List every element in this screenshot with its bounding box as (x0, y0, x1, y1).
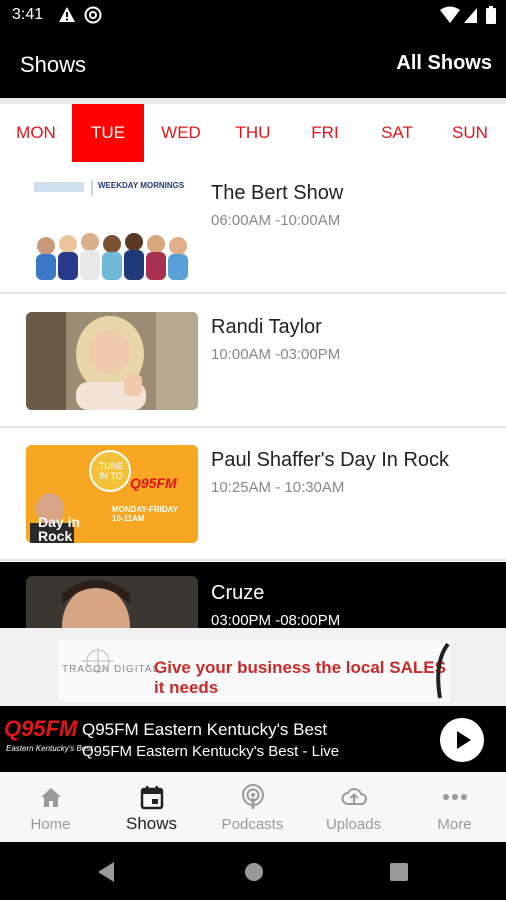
upload-icon (341, 788, 367, 805)
tab-label: Shows (125, 814, 178, 833)
show-name: Randi Taylor (211, 316, 322, 338)
day-tabs: MON TUE WED THU FRI SAT SUN (0, 104, 506, 162)
show-time: 10:25AM - 10:30AM (211, 479, 345, 496)
tab-home[interactable]: Home (0, 772, 101, 842)
tab-thu[interactable]: THU (217, 104, 289, 162)
home-icon (41, 788, 61, 807)
battery-icon (486, 6, 496, 24)
show-name: Paul Shaffer's Day In Rock (211, 449, 450, 471)
show-item-day-in-rock[interactable]: TUNE IN TO Q95FM MONDAY-FRIDAY 10-11AM D… (0, 429, 506, 561)
tab-fri[interactable]: FRI (289, 104, 361, 162)
signal-icon (464, 8, 477, 23)
show-thumbnail: WEEKDAY MORNINGS (26, 174, 198, 280)
show-thumbnail: TUNE IN TO Q95FM MONDAY-FRIDAY 10-11AM D… (26, 445, 198, 543)
show-item-bert-show[interactable]: WEEKDAY MORNINGS The Bert Show 06:00AM -… (0, 162, 506, 294)
show-name: Cruze (211, 582, 265, 604)
ad-tagline: Give your business the local SALES it ne… (154, 658, 446, 697)
thumb-title: Day in Rock (38, 514, 81, 543)
show-time: 03:00PM -08:00PM (211, 612, 341, 628)
show-time: 10:00AM -03:00PM (211, 346, 341, 363)
calendar-icon (140, 786, 164, 810)
status-bar: 3:41 (0, 0, 506, 32)
tab-sun[interactable]: SUN (434, 104, 506, 162)
show-name: The Bert Show (211, 182, 344, 204)
app-bar: Shows All Shows (0, 32, 506, 98)
wifi-icon (440, 6, 460, 23)
ad-brand: TRACON DIGITAL (62, 664, 160, 675)
now-playing-bar[interactable]: Q95FM Eastern Kentucky's Best Q95FM East… (0, 706, 506, 772)
play-button[interactable] (440, 718, 484, 762)
show-thumbnail (26, 576, 198, 628)
show-thumbnail (26, 312, 198, 410)
ad-graphic-icon (436, 642, 450, 699)
tab-podcasts[interactable]: Podcasts (202, 772, 303, 842)
tab-mon[interactable]: MON (0, 104, 72, 162)
ad-content: TRACON DIGITAL Give your business the lo… (58, 640, 450, 702)
show-time: 06:00AM -10:00AM (211, 212, 341, 229)
home-button-icon[interactable] (244, 862, 264, 882)
tab-tue[interactable]: TUE (72, 104, 144, 162)
show-item-randi-taylor[interactable]: Randi Taylor 10:00AM -03:00PM (0, 296, 506, 428)
show-item-cruze[interactable]: Cruze 03:00PM -08:00PM (0, 562, 506, 628)
play-icon (457, 731, 471, 749)
tab-sat[interactable]: SAT (361, 104, 433, 162)
thumb-schedule: MONDAY-FRIDAY 10-11AM (112, 505, 178, 523)
thumb-brand: Q95FM (130, 475, 177, 491)
tab-label: Podcasts (221, 816, 284, 833)
data-saver-icon (84, 6, 102, 24)
podcast-icon (242, 784, 264, 809)
thumb-caption: TUNE IN TO (98, 461, 124, 481)
station-subtitle: Q95FM Eastern Kentucky's Best - Live (82, 743, 340, 760)
station-logo: Q95FM (4, 716, 78, 741)
tab-label: Uploads (325, 816, 382, 833)
all-shows-button[interactable]: All Shows (396, 52, 492, 75)
station-name: Q95FM Eastern Kentucky's Best (82, 720, 328, 739)
page-title: Shows (20, 52, 87, 77)
tab-shows[interactable]: Shows (101, 772, 202, 842)
tab-uploads[interactable]: Uploads (303, 772, 404, 842)
tab-label: More (437, 816, 472, 833)
more-icon (443, 794, 467, 800)
recents-icon[interactable] (390, 863, 408, 881)
back-icon[interactable] (96, 861, 116, 883)
tab-wed[interactable]: WED (145, 104, 217, 162)
thumb-caption: WEEKDAY MORNINGS (98, 181, 185, 190)
ad-banner[interactable]: TRACON DIGITAL Give your business the lo… (0, 628, 506, 706)
bottom-tab-bar: Home Shows Podcasts Uploads More (0, 772, 506, 842)
tab-more[interactable]: More (404, 772, 505, 842)
station-logo-tagline: Eastern Kentucky's Best (6, 744, 93, 753)
tab-label: Home (30, 816, 71, 833)
status-time: 3:41 (12, 6, 44, 23)
system-nav-bar (0, 842, 506, 900)
warning-icon (59, 7, 75, 22)
